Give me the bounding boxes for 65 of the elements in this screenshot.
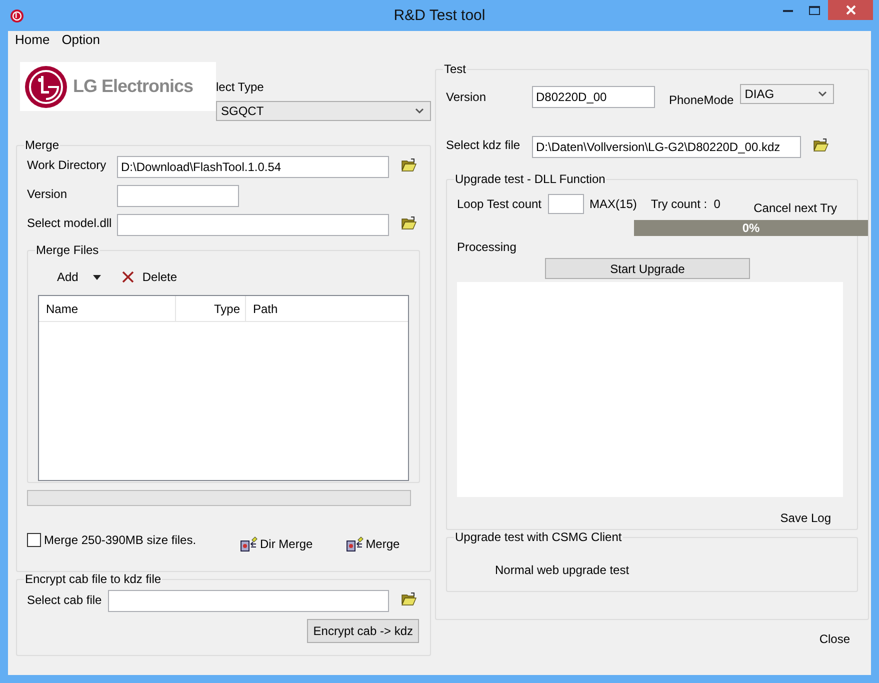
merge-size-checkbox[interactable]: Merge 250-390MB size files. <box>27 533 239 547</box>
close-button[interactable] <box>828 0 873 20</box>
group-title: Encrypt cab file to kdz file <box>24 572 162 586</box>
checkbox-label: Merge 250-390MB size files. <box>44 533 196 547</box>
file-list[interactable]: Name Type Path <box>38 295 409 481</box>
merge-button[interactable]: Merge <box>344 536 401 552</box>
normal-upgrade-button[interactable]: Normal web upgrade test <box>495 563 847 577</box>
text-field[interactable] <box>108 590 389 612</box>
chevron-icon <box>818 91 827 97</box>
folder-icon[interactable] <box>401 158 417 172</box>
start-upgrade-button[interactable]: Start Upgrade <box>545 258 750 279</box>
folder-icon[interactable] <box>401 216 417 230</box>
merge-icon <box>346 536 364 552</box>
group-title: Merge Files <box>35 243 100 257</box>
cancel-link[interactable]: Cancel next Try <box>754 193 837 215</box>
logo-text: LG Electronics <box>73 76 194 97</box>
add-button[interactable]: Add <box>57 270 78 284</box>
app-logo-icon <box>10 8 24 22</box>
minimize-icon <box>782 8 792 12</box>
chevron-icon <box>415 108 424 114</box>
window-title: R&D Test tool <box>394 7 486 24</box>
text-field[interactable] <box>117 185 239 207</box>
field-label: Version <box>446 90 488 104</box>
folder-icon[interactable] <box>401 592 417 606</box>
field-label: Version <box>27 186 68 201</box>
delete-button[interactable]: Delete <box>122 270 178 284</box>
encrypt-button[interactable]: Encrypt cab -> kdz <box>307 619 419 643</box>
menu-item[interactable]: Option <box>62 32 100 51</box>
merge-button[interactable]: Dir Merge <box>239 536 314 552</box>
max-label: MAX(15) <box>590 197 637 211</box>
column-header[interactable]: Path <box>246 296 285 321</box>
field-label: Loop Test count <box>457 197 542 211</box>
maximize-icon <box>809 6 820 14</box>
logo-icon <box>24 64 68 108</box>
save-log-button[interactable]: Save Log <box>780 511 831 525</box>
group-title: Upgrade test with CSMG Client <box>454 530 623 544</box>
group-title: Test <box>443 62 468 76</box>
field-label: PhoneMode <box>669 93 734 107</box>
text-field[interactable] <box>117 214 389 236</box>
field-label: Select cab file <box>27 592 103 607</box>
close-icon <box>122 271 134 283</box>
folder-icon[interactable] <box>813 138 829 152</box>
column-header[interactable]: Type <box>176 296 246 321</box>
merge-icon <box>240 536 258 552</box>
field-label: Work Directory <box>27 157 108 172</box>
menu-item[interactable]: Home <box>15 32 50 51</box>
dropdown-arrow-icon[interactable] <box>93 274 102 280</box>
field-label: Select kdz file <box>446 137 522 152</box>
progress-text: 0% <box>742 220 760 236</box>
try-count-label: Try count : 0 <box>650 197 720 211</box>
text-field[interactable]: D:\Download\FlashTool.1.0.54 <box>117 156 389 178</box>
select-type-label: lect Type <box>216 80 265 94</box>
group-title: Merge <box>24 138 60 152</box>
field-label: Select model.dll <box>27 215 113 230</box>
status-label: Processing <box>457 240 518 254</box>
column-header[interactable]: Name <box>39 296 176 321</box>
checkbox[interactable] <box>27 533 41 547</box>
group-title: Upgrade test - DLL Function <box>454 172 606 186</box>
type-dropdown[interactable]: SGQCT <box>216 101 431 121</box>
close-button[interactable]: Close <box>819 632 850 646</box>
close-icon <box>846 5 856 15</box>
text-field[interactable]: D80220D_00 <box>532 86 655 108</box>
text-field[interactable] <box>548 194 584 214</box>
phone-mode-dropdown[interactable]: DIAG <box>740 84 834 104</box>
text-field[interactable]: D:\Daten\Vollversion\LG-G2\D80220D_00.kdz <box>532 136 801 158</box>
